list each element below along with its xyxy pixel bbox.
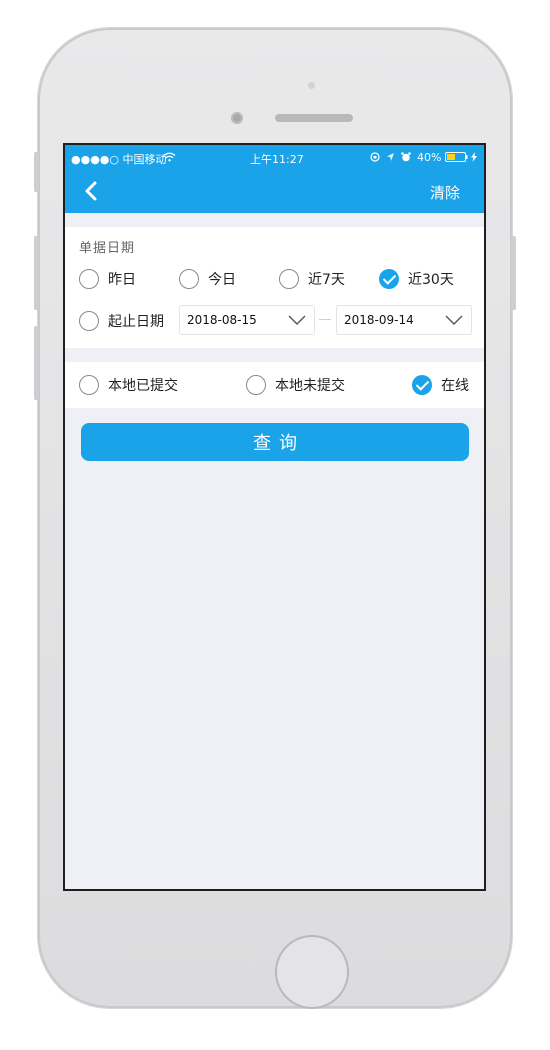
- radio-circle: [79, 375, 99, 395]
- checkmark-icon: [379, 269, 399, 289]
- chevron-down-icon: [445, 315, 463, 325]
- radio-yesterday[interactable]: 昨日: [79, 269, 136, 289]
- checkmark-icon: [412, 375, 432, 395]
- radio-label: 昨日: [108, 272, 136, 288]
- mute-switch: [34, 152, 39, 192]
- radio-circle: [246, 375, 266, 395]
- radio-circle: [279, 269, 299, 289]
- home-button[interactable]: [275, 935, 349, 1009]
- end-date-value: 2018-09-14: [344, 313, 414, 327]
- location-icon: [387, 153, 394, 161]
- radio-local-submitted[interactable]: 本地已提交: [79, 375, 178, 395]
- radio-label: 近7天: [308, 272, 345, 288]
- chevron-left-icon[interactable]: [79, 177, 107, 205]
- radio-label: 本地已提交: [108, 378, 178, 394]
- sensor-dot: [308, 82, 315, 89]
- start-date-select[interactable]: 2018-08-15: [179, 305, 315, 335]
- nav-bar: 清除: [65, 169, 484, 213]
- carrier-text: ●●●●○ 中国移动: [71, 153, 167, 166]
- radio-last-7-days[interactable]: 近7天: [279, 269, 345, 289]
- battery-percent: 40%: [417, 151, 442, 164]
- volume-up-button: [34, 236, 39, 310]
- radio-date-range[interactable]: 起止日期: [79, 311, 164, 331]
- radio-label: 近30天: [408, 272, 454, 288]
- battery-icon: [445, 152, 468, 162]
- radio-circle: [179, 269, 199, 289]
- front-camera: [231, 112, 243, 124]
- radio-label: 在线: [441, 378, 469, 394]
- radio-label: 本地未提交: [275, 378, 345, 394]
- query-button[interactable]: 查询: [81, 423, 469, 461]
- status-bar: ●●●●○ 中国移动 上午11:27 40%: [65, 145, 484, 169]
- wifi-icon: [163, 152, 176, 162]
- radio-online[interactable]: 在线: [412, 375, 469, 395]
- source-filter-panel: 本地已提交 本地未提交 在线: [65, 362, 484, 408]
- radio-label: 今日: [208, 272, 236, 288]
- radio-label: 起止日期: [108, 314, 164, 330]
- volume-down-button: [34, 326, 39, 400]
- radio-circle: [79, 269, 99, 289]
- chevron-down-icon: [288, 315, 306, 325]
- clock-text: 上午11:27: [250, 153, 304, 166]
- section-title: 单据日期: [79, 241, 136, 256]
- earpiece: [275, 114, 353, 122]
- end-date-select[interactable]: 2018-09-14: [336, 305, 472, 335]
- alarm-icon: [401, 152, 411, 162]
- radio-local-unsubmitted[interactable]: 本地未提交: [246, 375, 345, 395]
- range-separator: [319, 319, 331, 320]
- app-screen: ●●●●○ 中国移动 上午11:27 40% 清除 单据日期 昨日 今日 近7天…: [63, 143, 486, 891]
- charging-icon: [471, 152, 477, 162]
- date-filter-panel: 单据日期 昨日 今日 近7天 近30天 起止日期 2018-08-15 2018…: [65, 227, 484, 348]
- radio-today[interactable]: 今日: [179, 269, 236, 289]
- start-date-value: 2018-08-15: [187, 313, 257, 327]
- clear-button[interactable]: 清除: [430, 182, 460, 203]
- radio-circle: [79, 311, 99, 331]
- power-button: [511, 236, 516, 310]
- radio-last-30-days[interactable]: 近30天: [379, 269, 454, 289]
- lock-rotation-icon: [370, 152, 380, 162]
